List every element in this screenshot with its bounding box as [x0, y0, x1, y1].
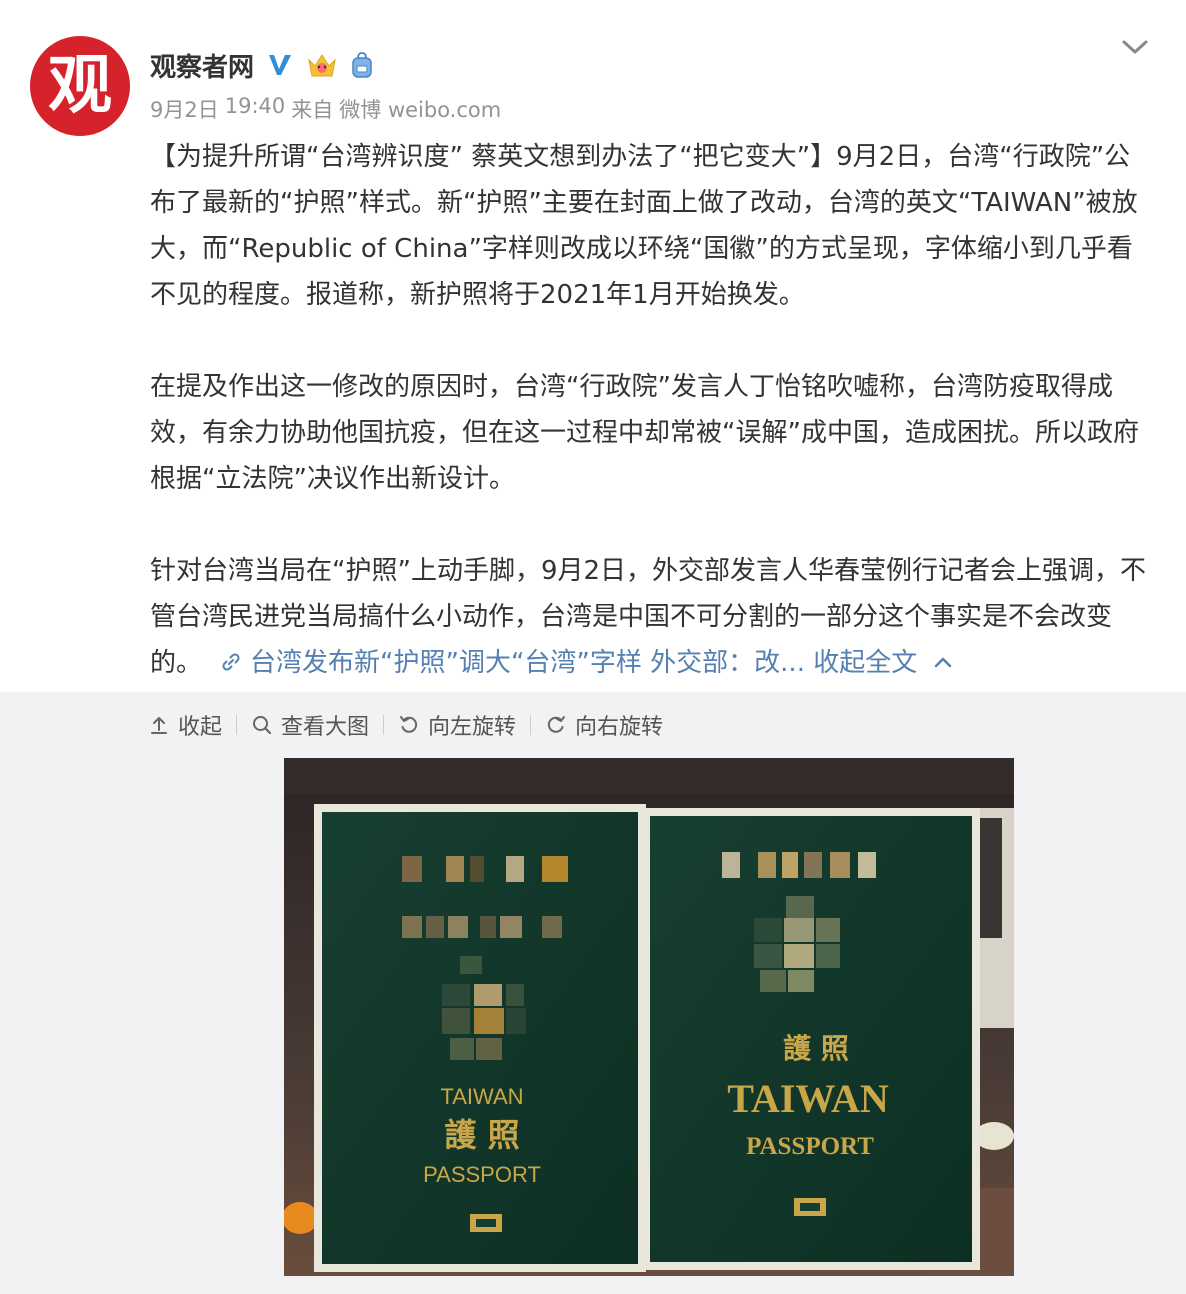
post-paragraph-2: 在提及作出这一修改的原因时，台湾“行政院”发言人丁怡铭吹嘘称，台湾防疫取得成效，…	[150, 372, 1139, 494]
post-meta: 9月2日 19:40 来自 微博 weibo.com	[150, 94, 501, 124]
right-passport-taiwan: TAIWAN	[727, 1076, 889, 1121]
collapse-up-icon	[151, 717, 167, 734]
right-passport-huzhao: 護 照	[783, 1032, 849, 1065]
left-passport-chip-icon	[470, 1214, 502, 1232]
left-passport-huzhao: 護 照	[444, 1116, 519, 1154]
left-passport-taiwan: TAIWAN	[440, 1084, 523, 1109]
user-name[interactable]: 观察者网	[150, 47, 254, 84]
verified-v-icon	[269, 55, 292, 75]
link-icon	[222, 653, 240, 671]
post-body: 【为提升所谓“台湾辨识度” 蔡英文想到办法了“把它变大”】9月2日，台湾“行政院…	[150, 134, 1150, 686]
search-icon	[253, 716, 272, 735]
avatar[interactable]: 观	[30, 36, 130, 136]
collapse-full-text-link[interactable]: 收起全文	[813, 648, 917, 678]
passport-photo[interactable]: TAIWAN 護 照 PASSPORT 護 照 TAIWAN PASSPORT	[284, 758, 1014, 1276]
right-passport-chip-icon	[794, 1198, 826, 1216]
post-paragraph-3: 针对台湾当局在“护照”上动手脚，9月2日，外交部发言人华春莹例行记者会上强调，不…	[150, 548, 1150, 686]
right-passport-passport: PASSPORT	[746, 1133, 874, 1160]
view-large-label: 查看大图	[281, 715, 370, 740]
collapse-button[interactable]: 收起	[148, 709, 222, 741]
collapse-label: 收起	[178, 715, 223, 740]
rotate-left-button[interactable]: 向左旋转	[398, 709, 516, 741]
rotate-right-label: 向右旋转	[575, 715, 664, 740]
backpack-icon[interactable]	[350, 51, 374, 79]
view-large-button[interactable]: 查看大图	[251, 709, 369, 741]
media-panel: 收起 查看大图 向左旋转 向右旋转 TAIWAN 護 照 PASSPORT 護 …	[0, 692, 1186, 1294]
post-date[interactable]: 9月2日	[150, 94, 219, 124]
chevron-down-icon[interactable]	[1120, 36, 1150, 58]
rotate-right-icon	[547, 716, 566, 733]
rotate-left-label: 向左旋转	[428, 715, 517, 740]
post-source[interactable]: 微博 weibo.com	[339, 94, 501, 124]
article-link[interactable]: 台湾发布新“护照”调大“台湾”字样 外交部：改...	[250, 648, 805, 678]
rotate-right-button[interactable]: 向右旋转	[545, 709, 663, 741]
toolbar-divider	[383, 715, 385, 735]
toolbar-divider	[530, 715, 532, 735]
post-source-prefix: 来自	[291, 98, 334, 122]
passport-image: TAIWAN 護 照 PASSPORT 護 照 TAIWAN PASSPORT	[284, 758, 1014, 1276]
toolbar-divider	[236, 715, 238, 735]
post-paragraph-1: 【为提升所谓“台湾辨识度” 蔡英文想到办法了“把它变大”】9月2日，台湾“行政院…	[150, 142, 1138, 310]
user-name-row: 观察者网	[150, 42, 374, 88]
rotate-left-icon	[400, 716, 418, 733]
post-time[interactable]: 19:40	[225, 94, 286, 124]
left-passport: TAIWAN 護 照 PASSPORT	[314, 804, 646, 1272]
right-passport: 護 照 TAIWAN PASSPORT	[642, 808, 980, 1270]
crown-icon[interactable]	[306, 50, 338, 80]
avatar-char: 观	[48, 48, 112, 123]
image-toolbar: 收起 查看大图 向左旋转 向右旋转	[148, 708, 663, 742]
chevron-up-icon[interactable]	[933, 655, 953, 669]
left-passport-passport: PASSPORT	[423, 1162, 541, 1187]
